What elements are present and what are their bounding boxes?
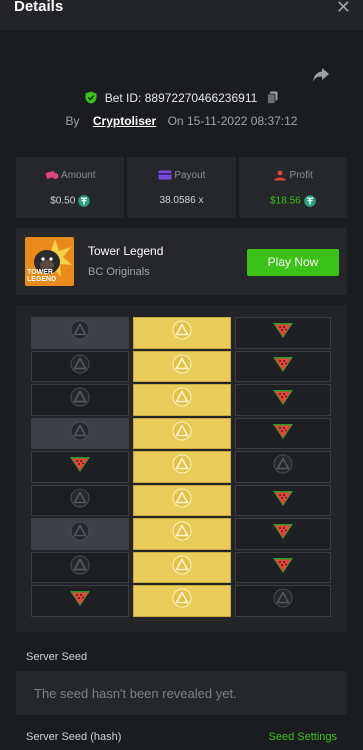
watermelon-icon [69,589,91,612]
game-card: TOWER LEGEND Tower Legend BC Originals P… [16,228,347,295]
pick-icon [70,421,90,446]
profit-label: Profit [289,170,313,182]
bet-datetime: 15-11-2022 08:37:12 [186,114,298,128]
server-seed-placeholder: The seed hasn't been revealed yet. [34,686,237,701]
bet-stats: Amount $0.50 Payout 38.0586 x Profit $18… [16,157,347,218]
pick-icon [172,421,192,446]
tower-tile [235,585,331,617]
bet-id-row: Bet ID: 88972270466236911 [0,91,363,107]
watermelon-icon [272,422,294,445]
close-icon[interactable]: ✕ [336,0,351,18]
tower-tile [133,518,231,550]
amount-label: Amount [61,170,96,181]
watermelon-icon [272,321,294,344]
watermelon-icon [69,455,91,478]
tower-tile [31,317,129,349]
game-title: Tower Legend [88,244,164,258]
pick-icon [172,454,192,479]
amount-stat: Amount $0.50 [16,157,125,218]
pick-icon [172,320,192,345]
watermelon-icon [272,388,294,411]
tower-tile [133,551,231,583]
page-title: Details [14,0,64,15]
tower-tile [133,585,231,617]
pick-icon [70,354,90,379]
tower-tile [31,585,129,617]
tower-tile [235,451,331,483]
tower-tile [133,317,231,349]
pick-icon [172,521,192,546]
tower-tile [133,350,231,382]
amount-icon [45,170,61,181]
pick-icon [70,320,90,345]
seed-settings-link[interactable]: Seed Settings [269,731,338,743]
pick-icon [70,521,90,546]
server-seed-label: Server Seed [26,651,88,663]
payout-icon [158,170,175,181]
pick-icon [70,387,90,412]
play-now-button[interactable]: Play Now [247,249,339,276]
tower-tile [31,417,129,449]
watermelon-icon [272,556,294,579]
details-header: Details ✕ [0,0,363,30]
tower-tile [235,417,331,449]
tower-board [16,305,347,632]
watermelon-icon [272,522,294,545]
tower-tile [31,551,129,583]
payout-label: Payout [174,170,206,181]
tower-tile [235,551,331,583]
by-label: By [65,114,80,128]
tower-tile [31,518,129,550]
watermelon-icon [272,489,294,512]
game-provider: BC Originals [88,266,150,278]
game-thumbnail[interactable]: TOWER LEGEND [25,237,74,286]
pick-icon [172,555,192,580]
usdt-coin-icon [303,195,316,207]
on-label: On [167,114,184,128]
tower-tile [235,484,331,516]
pick-icon [273,588,293,613]
tower-tile [235,518,331,550]
tower-tile [235,317,331,349]
verified-shield-icon [85,91,97,107]
tower-tile [133,451,231,483]
pick-icon [172,354,192,379]
pick-icon [70,488,90,513]
game-thumb-label: TOWER LEGEND [27,269,57,283]
tower-tile [133,417,231,449]
tower-tile [31,484,129,516]
usdt-coin-icon [78,195,90,207]
tower-tile [133,484,231,516]
tower-tile [31,350,129,382]
amount-value: $0.50 [50,195,76,207]
tower-tile [235,350,331,382]
profit-value: $18.56 [270,195,301,207]
bet-meta-row: By Cryptoliser On 15-11-2022 08:37:12 [0,114,363,128]
pick-icon [172,588,192,613]
tower-tile [31,384,129,416]
share-icon[interactable] [312,67,330,88]
server-seed-hash-label: Server Seed (hash) [26,731,122,743]
tower-tile [31,451,129,483]
pick-icon [172,387,192,412]
profit-stat: Profit $18.56 [238,157,347,218]
pick-icon [172,488,192,513]
username-link[interactable]: Cryptoliser [93,114,156,128]
pick-icon [70,555,90,580]
profit-icon [273,170,290,181]
tower-tile [133,384,231,416]
copy-icon[interactable] [266,91,278,107]
tower-grid [31,317,331,617]
payout-stat: Payout 38.0586 x [127,157,236,218]
bet-id-text: Bet ID: 88972270466236911 [104,91,258,106]
payout-value: 38.0586 x [159,195,204,206]
pick-icon [273,454,293,479]
tower-tile [235,384,331,416]
watermelon-icon [272,355,294,378]
server-seed-field[interactable]: The seed hasn't been revealed yet. [16,671,347,715]
